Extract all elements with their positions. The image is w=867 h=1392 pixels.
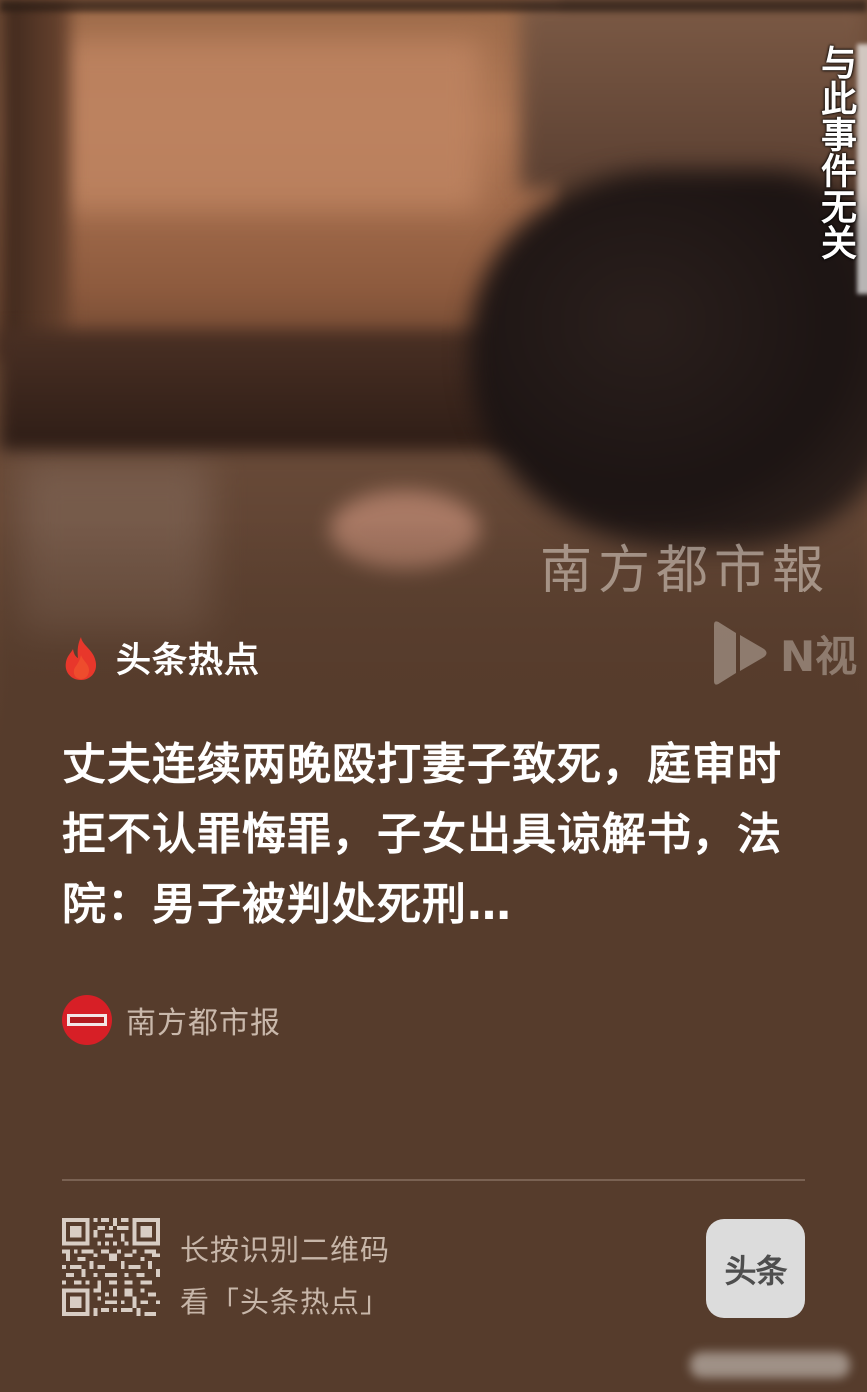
- watermark-logo: N视: [706, 615, 857, 691]
- source-name: 南方都市报: [126, 1006, 281, 1041]
- hot-topic-label: 头条热点: [116, 641, 261, 681]
- watermark-logo-text: N视: [780, 631, 858, 681]
- qr-code-icon[interactable]: [62, 1218, 160, 1316]
- divider: [62, 1179, 805, 1181]
- app-badge-label: 头条: [724, 1251, 787, 1290]
- bottom-watermark: [690, 1352, 850, 1378]
- toutiao-app-icon[interactable]: 头条: [706, 1219, 805, 1318]
- article-source[interactable]: 南方都市报: [62, 995, 281, 1045]
- play-logo-icon: [714, 621, 767, 685]
- qr-instructions: 长按识别二维码 看「头条热点」: [180, 1224, 390, 1328]
- article-headline[interactable]: 丈夫连续两晚殴打妻子致死，庭审时拒不认罪悔罪，子女出具谅解书，法院：男子被判处死…: [62, 730, 810, 940]
- video-caption: 与此事件无关: [815, 44, 857, 260]
- source-logo-icon: [67, 1014, 107, 1026]
- watermark-text: 南方都市報: [540, 541, 831, 601]
- flame-icon: [65, 636, 97, 680]
- hot-topic-tag[interactable]: 头条热点: [62, 632, 260, 683]
- qr-line-2: 看「头条热点」: [180, 1285, 391, 1319]
- source-avatar: [62, 995, 112, 1045]
- share-card: 与此事件无关 南方都市報 N视 头条热点 丈夫连续两晚殴打妻子致死，庭审时拒不认…: [0, 0, 867, 1392]
- caption-edge: [857, 44, 867, 294]
- qr-line-1: 长按识别二维码: [180, 1233, 391, 1267]
